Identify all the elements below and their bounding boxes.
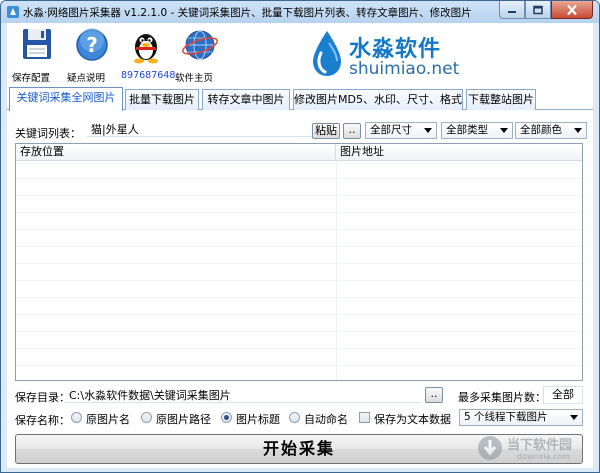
column-header-location[interactable]: 存放位置 (16, 144, 336, 161)
close-button[interactable] (551, 1, 593, 19)
water-drop-icon (313, 31, 341, 76)
tab-keyword-collect[interactable]: 关键词采集全网图片 (9, 87, 123, 111)
title-bar[interactable]: 水淼·网络图片采集器 v1.2.1.0 - 关键词采集图片、批量下载图片列表、转… (1, 1, 599, 23)
help-button[interactable]: ? 疑点说明 (67, 26, 117, 84)
type-select-value: 全部类型 (446, 124, 488, 136)
list-header: 存放位置 图片地址 (16, 144, 582, 161)
keyword-more-button[interactable]: .. (343, 123, 361, 139)
max-count-input[interactable]: 全部 (543, 386, 583, 404)
save-icon (23, 29, 51, 59)
save-as-text-label: 保存为文本数据 (374, 413, 451, 426)
save-config-label: 保存配置 (12, 73, 51, 84)
type-select[interactable]: 全部类型 (441, 122, 513, 139)
radio-original-name-label: 原图片名 (86, 413, 130, 426)
window-controls (499, 1, 593, 19)
save-dir-label: 保存目录： (15, 391, 70, 404)
radio-image-title-label: 图片标题 (236, 413, 280, 426)
maximize-icon (533, 5, 543, 14)
download-arrow-icon (478, 436, 502, 460)
save-dir-input[interactable] (65, 387, 421, 403)
minimize-button[interactable] (499, 1, 525, 19)
maximize-button[interactable] (525, 1, 551, 19)
checkbox-box (359, 412, 370, 423)
app-icon (7, 6, 19, 18)
radio-auto-name[interactable]: 自动命名 (289, 411, 348, 426)
window-title: 水淼·网络图片采集器 v1.2.1.0 - 关键词采集图片、批量下载图片列表、转… (23, 7, 472, 19)
help-icon: ? (76, 28, 108, 61)
radio-circle (289, 412, 300, 423)
radio-circle-checked (221, 412, 232, 423)
paste-button[interactable]: 粘贴 (312, 123, 340, 139)
radio-circle (141, 412, 152, 423)
radio-auto-name-label: 自动命名 (304, 413, 348, 426)
homepage-label: 软件主页 (175, 73, 214, 84)
save-config-button[interactable]: 保存配置 (12, 26, 62, 84)
threads-select[interactable]: 5 个线程下载图片 (459, 409, 583, 426)
column-divider (336, 162, 337, 380)
radio-original-path[interactable]: 原图片路径 (141, 411, 211, 426)
tab-site-download[interactable]: 下载整站图片 (466, 89, 536, 110)
keyword-input[interactable] (87, 121, 313, 137)
brand-url: shuimiao.net (349, 59, 460, 79)
client-area: 保存配置 ? 疑点说明 897687648 软件主页 水淼软件 shuimiao… (7, 23, 593, 468)
threads-select-value: 5 个线程下载图片 (464, 411, 548, 423)
tab-modify-images[interactable]: 修改图片MD5、水印、尺寸、格式 (293, 89, 463, 110)
max-count-label: 最多采集图片数： (458, 391, 546, 404)
chevron-down-icon (500, 128, 508, 133)
svg-text:?: ? (86, 33, 98, 57)
keyword-list-label: 关键词列表： (15, 127, 81, 140)
save-as-text-checkbox[interactable]: 保存为文本数据 (359, 411, 451, 426)
chevron-down-icon (424, 128, 432, 133)
tab-bar: 关键词采集全网图片 批量下载图片 转存文章中图片 修改图片MD5、水印、尺寸、格… (7, 87, 593, 111)
brand-logo: 水淼软件 shuimiao.net (307, 29, 467, 81)
help-label: 疑点说明 (67, 73, 106, 84)
tab-article-images[interactable]: 转存文章中图片 (202, 89, 290, 110)
watermark-name: 当下软件园 (507, 438, 573, 453)
app-window: 水淼·网络图片采集器 v1.2.1.0 - 关键词采集图片、批量下载图片列表、转… (0, 0, 600, 473)
tab-batch-download[interactable]: 批量下载图片 (125, 89, 199, 110)
watermark-url: downxia.com (517, 452, 571, 461)
chevron-down-icon (570, 415, 578, 420)
size-select-value: 全部尺寸 (370, 124, 412, 136)
list-body (16, 162, 582, 380)
radio-original-path-label: 原图片路径 (156, 413, 211, 426)
color-select[interactable]: 全部颜色 (515, 122, 587, 139)
qq-number-label: 897687648 (121, 70, 176, 81)
color-select-value: 全部颜色 (520, 124, 562, 136)
image-list[interactable]: 存放位置 图片地址 (15, 143, 583, 381)
radio-circle (71, 412, 82, 423)
size-select[interactable]: 全部尺寸 (365, 122, 437, 139)
save-name-label: 保存名称： (15, 414, 70, 427)
radio-original-name[interactable]: 原图片名 (71, 411, 130, 426)
qq-button[interactable]: 897687648 (121, 26, 175, 81)
radio-image-title[interactable]: 图片标题 (221, 411, 280, 426)
watermark: 当下软件园 downxia.com (475, 432, 591, 466)
qq-icon (134, 34, 158, 64)
globe-icon (182, 30, 218, 60)
close-icon (567, 4, 577, 15)
column-header-url[interactable]: 图片地址 (336, 144, 582, 161)
minimize-icon (508, 10, 516, 13)
browse-dir-button[interactable]: .. (425, 387, 443, 403)
toolbar: 保存配置 ? 疑点说明 897687648 软件主页 水淼软件 shuimiao… (7, 23, 593, 86)
chevron-down-icon (574, 128, 582, 133)
homepage-button[interactable]: 软件主页 (175, 26, 225, 84)
